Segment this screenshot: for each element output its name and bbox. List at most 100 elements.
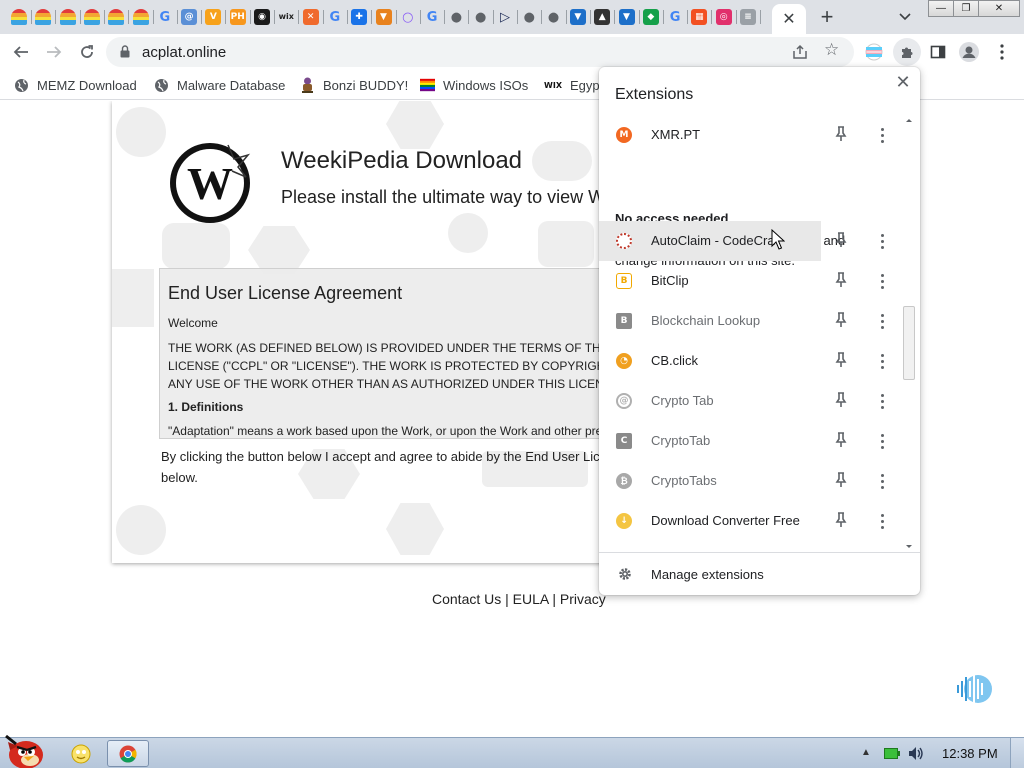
close-window-button[interactable]: ✕ xyxy=(978,0,1020,17)
browser-tab[interactable]: G xyxy=(324,6,346,28)
browser-tab[interactable]: ◠ xyxy=(105,6,127,28)
extensions-button[interactable] xyxy=(893,38,921,66)
forward-button[interactable] xyxy=(42,40,66,64)
extension-row-download-converter[interactable]: ↓ Download Converter Free xyxy=(599,501,901,541)
show-desktop-button[interactable] xyxy=(1010,738,1024,768)
active-tab[interactable]: ✕ xyxy=(772,4,806,34)
tab-close-icon[interactable]: ✕ xyxy=(782,9,795,29)
bookmark-bonzi-buddy[interactable]: Bonzi BUDDY! xyxy=(300,76,408,94)
pin-icon[interactable] xyxy=(835,312,847,328)
browser-tab[interactable]: ≡ xyxy=(737,6,759,28)
browser-tab[interactable]: ○ xyxy=(397,6,419,28)
browser-tab[interactable]: G xyxy=(421,6,443,28)
browser-tab[interactable]: ◎ xyxy=(713,6,735,28)
browser-tab[interactable]: ◠ xyxy=(130,6,152,28)
extension-row-crypto-tab[interactable]: @ Crypto Tab xyxy=(599,381,901,421)
browser-tab[interactable]: ◠ xyxy=(57,6,79,28)
pin-icon[interactable] xyxy=(835,352,847,368)
pin-icon[interactable] xyxy=(835,512,847,528)
url-text[interactable]: acplat.online xyxy=(142,44,226,61)
browser-tab[interactable]: ◆ xyxy=(640,6,662,28)
contact-us-link[interactable]: Contact Us xyxy=(432,591,501,607)
address-bar[interactable]: acplat.online ☆ xyxy=(106,37,854,67)
scroll-up-arrow-icon[interactable] xyxy=(902,115,916,125)
close-icon[interactable]: ✕ xyxy=(893,72,913,92)
chrome-menu-button[interactable] xyxy=(990,40,1014,64)
tab-search-button[interactable] xyxy=(896,8,914,26)
angry-bird-start-icon[interactable] xyxy=(0,730,46,768)
extension-row-autoclaim[interactable]: AutoClaim - CodeCra xyxy=(599,221,821,261)
back-button[interactable] xyxy=(9,40,33,64)
pin-icon[interactable] xyxy=(835,272,847,288)
sound-waves-logo-icon[interactable] xyxy=(954,669,994,709)
browser-tab[interactable]: G xyxy=(154,6,176,28)
more-options-icon[interactable] xyxy=(873,471,891,491)
more-options-icon[interactable] xyxy=(873,351,891,371)
extension-row-xmr-pt[interactable]: M XMR.PT xyxy=(599,115,901,155)
side-panel-button[interactable] xyxy=(926,40,950,64)
bookmark-malware-database[interactable]: Malware Database xyxy=(154,76,285,94)
pin-icon[interactable] xyxy=(835,472,847,488)
browser-tab[interactable]: ▼ xyxy=(567,6,589,28)
lock-icon[interactable] xyxy=(120,45,130,58)
browser-tab[interactable]: ◠ xyxy=(32,6,54,28)
browser-tab[interactable]: ◠ xyxy=(8,6,30,28)
browser-tab[interactable]: ● xyxy=(518,6,540,28)
minimize-button[interactable]: — xyxy=(928,0,954,17)
extension-row-cryptotabs[interactable]: ₿ CryptoTabs xyxy=(599,461,901,501)
restore-button[interactable]: ❐ xyxy=(953,0,979,17)
scroll-down-arrow-icon[interactable] xyxy=(902,542,916,552)
taskbar-chrome-button[interactable] xyxy=(107,740,149,767)
browser-tab[interactable]: ▷ xyxy=(494,6,516,28)
more-options-icon[interactable] xyxy=(873,391,891,411)
browser-tab[interactable]: ◉ xyxy=(251,6,273,28)
new-tab-button[interactable]: + xyxy=(815,4,839,30)
bookmark-windows-isos[interactable]: Windows ISOs xyxy=(420,76,528,94)
pin-icon[interactable] xyxy=(835,126,847,142)
scrollbar-thumb[interactable] xyxy=(903,306,915,380)
bookmark-egypt[interactable]: WIX Egypt xyxy=(544,76,603,94)
more-options-icon[interactable] xyxy=(873,511,891,531)
tray-expand-icon[interactable]: ▲ xyxy=(861,747,871,758)
browser-tab[interactable]: ◠ xyxy=(81,6,103,28)
browser-tab[interactable]: wix xyxy=(275,6,297,28)
pin-icon[interactable] xyxy=(835,232,847,248)
taskbar-clock[interactable]: 12:38 PM xyxy=(942,746,998,761)
extension-row-cryptotab[interactable]: C CryptoTab xyxy=(599,421,901,461)
browser-tab[interactable]: V xyxy=(202,6,224,28)
pin-icon[interactable] xyxy=(835,432,847,448)
battery-icon[interactable] xyxy=(884,748,900,759)
more-options-icon[interactable] xyxy=(873,271,891,291)
browser-tab[interactable]: ▲ xyxy=(591,6,613,28)
browser-tab[interactable]: G xyxy=(664,6,686,28)
pin-icon[interactable] xyxy=(835,392,847,408)
browser-tab[interactable]: ▼ xyxy=(373,6,395,28)
share-icon[interactable] xyxy=(792,44,808,60)
speaker-icon[interactable] xyxy=(908,746,924,761)
extension-row-cb-click[interactable]: ◔ CB.click xyxy=(599,341,901,381)
browser-tab[interactable]: ✚ xyxy=(348,6,370,28)
browser-tab[interactable]: ● xyxy=(445,6,467,28)
bookmark-star-icon[interactable]: ☆ xyxy=(824,40,839,60)
more-options-icon[interactable] xyxy=(873,431,891,451)
extension-row-bitclip[interactable]: B BitClip xyxy=(599,261,901,301)
extension-toolbar-icon[interactable] xyxy=(862,40,886,64)
more-options-icon[interactable] xyxy=(873,125,891,145)
browser-tab[interactable]: ● xyxy=(543,6,565,28)
more-options-icon[interactable] xyxy=(873,231,891,251)
file-explorer-icon[interactable] xyxy=(70,743,92,765)
browser-tab[interactable]: ● xyxy=(470,6,492,28)
eula-link[interactable]: EULA xyxy=(513,591,549,607)
bookmark-memz[interactable]: MEMZ Download xyxy=(14,76,137,94)
browser-tab[interactable]: ✕ xyxy=(300,6,322,28)
browser-tab[interactable]: PH xyxy=(227,6,249,28)
more-options-icon[interactable] xyxy=(873,311,891,331)
reload-button[interactable] xyxy=(75,40,99,64)
extension-row-blockchain-lookup[interactable]: B Blockchain Lookup xyxy=(599,301,901,341)
manage-extensions-button[interactable]: Manage extensions xyxy=(599,553,920,595)
browser-tab[interactable]: ▼ xyxy=(616,6,638,28)
browser-tab[interactable]: @ xyxy=(178,6,200,28)
eula-box[interactable]: End User License Agreement Welcome THE W… xyxy=(159,268,612,439)
browser-tab[interactable]: ▦ xyxy=(688,6,710,28)
profile-button[interactable] xyxy=(957,40,981,64)
